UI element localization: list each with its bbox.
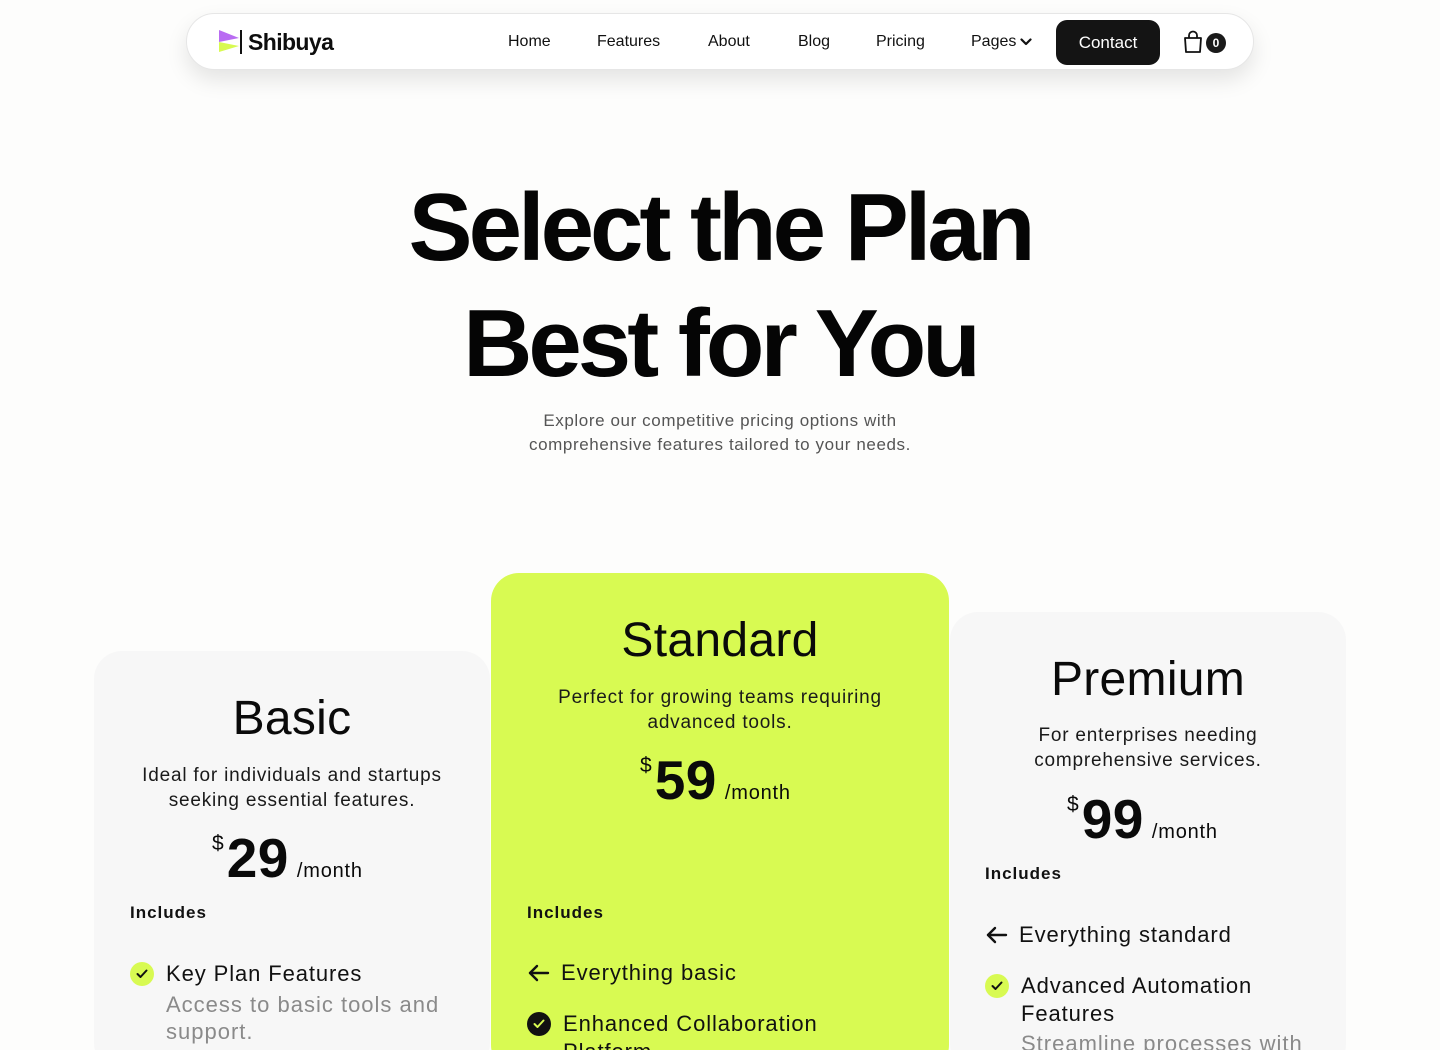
nav-link-about[interactable]: About bbox=[708, 33, 750, 51]
check-circle-icon bbox=[527, 1012, 551, 1036]
nav-link-blog[interactable]: Blog bbox=[798, 33, 830, 51]
check-circle-icon bbox=[985, 974, 1009, 998]
feature-title-line-1: Advanced Automation bbox=[1021, 973, 1253, 998]
feature-title: Key Plan Features bbox=[166, 961, 363, 986]
plan-name: Standard bbox=[621, 614, 819, 667]
feature-title: Everything basic bbox=[561, 960, 737, 985]
feature-item: Key Plan Features Access to basic tools … bbox=[130, 960, 470, 1045]
arrow-left-icon bbox=[528, 964, 550, 982]
feature-title: Everything standard bbox=[1019, 922, 1232, 947]
feature-title: Enhanced Collaboration Platform bbox=[563, 1010, 818, 1050]
cart-count-badge: 0 bbox=[1206, 33, 1226, 53]
includes-label: Includes bbox=[130, 903, 207, 922]
brand-name: Shibuya bbox=[248, 28, 334, 55]
feature-title-line-2: Platform bbox=[563, 1039, 652, 1050]
feature-item: Advanced Automation Features Streamline … bbox=[985, 972, 1335, 1050]
price-amount: 29 bbox=[226, 827, 289, 889]
price-currency: $ bbox=[212, 832, 224, 855]
pricing-card-basic: Basic Ideal for individuals and startups… bbox=[94, 651, 490, 1050]
feature-item: Everything standard bbox=[985, 921, 1335, 949]
feature-title-line-1: Enhanced Collaboration bbox=[563, 1011, 818, 1036]
plan-description-line-2: advanced tools. bbox=[647, 712, 793, 733]
nav-pages-dropdown[interactable]: Pages bbox=[971, 33, 1032, 51]
hero-title-line-1: Select the Plan bbox=[408, 174, 1036, 281]
feature-item: Everything basic bbox=[527, 959, 927, 987]
plan-description: Perfect for growing teams requiring adva… bbox=[521, 685, 919, 735]
hero-title: Select the Plan Best for You bbox=[0, 170, 1440, 402]
feature-title-line-2: Features bbox=[1021, 1001, 1116, 1026]
plan-name: Basic bbox=[232, 692, 352, 745]
hero-subtitle-line-2: comprehensive features tailored to your … bbox=[529, 435, 911, 454]
feature-description-line-2: support. bbox=[166, 1019, 254, 1044]
price-currency: $ bbox=[1067, 793, 1079, 816]
price-amount: 59 bbox=[654, 749, 717, 811]
arrow-left-icon bbox=[986, 926, 1008, 944]
feature-description: Access to basic tools and support. bbox=[166, 991, 439, 1045]
navbar: Shibuya Home Features About Blog Pricing… bbox=[186, 13, 1254, 70]
price-period: /month bbox=[724, 782, 791, 804]
hero-subtitle: Explore our competitive pricing options … bbox=[470, 409, 970, 457]
price-amount: 99 bbox=[1081, 788, 1144, 850]
plan-description-line-2: comprehensive services. bbox=[1034, 750, 1262, 771]
price-period: /month bbox=[1151, 821, 1218, 843]
plan-price: $ 99 /month bbox=[1067, 791, 1218, 847]
shopping-bag-icon bbox=[1184, 30, 1202, 53]
nav-pages-label: Pages bbox=[971, 33, 1017, 50]
flag-logo-icon bbox=[219, 30, 242, 54]
plan-description-line-1: For enterprises needing bbox=[1038, 725, 1258, 746]
nav-link-features[interactable]: Features bbox=[597, 33, 660, 51]
plan-description: Ideal for individuals and startups seeki… bbox=[114, 763, 470, 813]
price-currency: $ bbox=[640, 754, 652, 777]
plan-description: For enterprises needing comprehensive se… bbox=[970, 723, 1326, 773]
feature-description-line-1: Access to basic tools and bbox=[166, 992, 440, 1017]
feature-item: Enhanced Collaboration Platform bbox=[527, 1010, 927, 1050]
hero-subtitle-line-1: Explore our competitive pricing options … bbox=[543, 411, 897, 430]
pricing-card-standard: Standard Perfect for growing teams requi… bbox=[491, 573, 949, 1050]
nav-link-pricing[interactable]: Pricing bbox=[876, 33, 925, 51]
pricing-card-premium: Premium For enterprises needing comprehe… bbox=[950, 612, 1346, 1050]
hero-title-line-2: Best for You bbox=[463, 290, 981, 397]
plan-name: Premium bbox=[1050, 653, 1246, 706]
price-period: /month bbox=[296, 860, 363, 882]
feature-title: Advanced Automation Features bbox=[1021, 972, 1303, 1028]
feature-description: Streamline processes with bbox=[1021, 1031, 1303, 1050]
plan-price: $ 59 /month bbox=[640, 752, 791, 808]
includes-label: Includes bbox=[985, 864, 1062, 883]
plan-description-line-2: seeking essential features. bbox=[168, 790, 416, 811]
check-circle-icon bbox=[130, 962, 154, 986]
chevron-down-icon bbox=[1020, 38, 1032, 46]
includes-label: Includes bbox=[527, 903, 604, 922]
nav-link-home[interactable]: Home bbox=[508, 33, 551, 51]
plan-description-line-1: Perfect for growing teams requiring bbox=[558, 687, 882, 708]
plan-price: $ 29 /month bbox=[212, 830, 363, 886]
cart-button[interactable]: 0 bbox=[1182, 30, 1230, 56]
contact-button[interactable]: Contact bbox=[1056, 20, 1160, 65]
brand-logo[interactable]: Shibuya bbox=[217, 28, 334, 56]
plan-description-line-1: Ideal for individuals and startups bbox=[142, 765, 442, 786]
